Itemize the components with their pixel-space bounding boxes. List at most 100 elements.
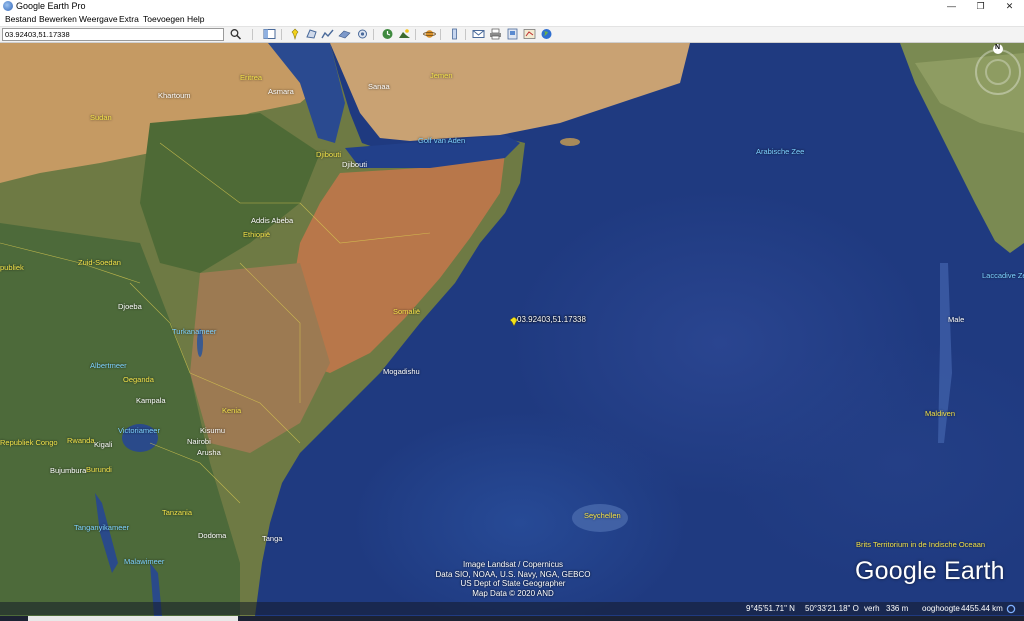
status-eye-altitude-label: ooghoogte	[922, 604, 960, 613]
save-image-icon[interactable]	[506, 28, 519, 40]
taskbar-window-tab[interactable]	[28, 616, 238, 621]
toolbar-separator	[415, 29, 416, 40]
label-kisumu[interactable]: Kisumu	[200, 426, 225, 435]
label-zuid-soedan[interactable]: Zuid-Soedan	[78, 258, 121, 267]
label-mogadishu[interactable]: Mogadishu	[383, 367, 420, 376]
title-bar: Google Earth Pro — ❐ ✕	[0, 0, 1024, 13]
record-tour-icon[interactable]	[356, 28, 369, 40]
label-sanaa[interactable]: Sanaa	[368, 82, 390, 91]
menu-bar: Bestand Bewerken Weergave Extra Toevoege…	[0, 13, 1024, 27]
map-viewport[interactable]: Sudan Eritrea Jemen Djibouti Ethiopië Zu…	[0, 43, 1024, 616]
window-title: Google Earth Pro	[16, 1, 86, 11]
polygon-icon[interactable]	[305, 28, 318, 40]
label-khartoum[interactable]: Khartoum	[158, 91, 191, 100]
attribution-line: Map Data © 2020 AND	[472, 588, 554, 598]
menu-bewerken[interactable]: Bewerken	[39, 13, 77, 26]
label-eritrea[interactable]: Eritrea	[240, 73, 262, 82]
image-overlay-icon[interactable]	[338, 28, 351, 40]
label-kampala[interactable]: Kampala	[136, 396, 166, 405]
label-brits-territorium[interactable]: Brits Territorium in de Indische Oceaan	[856, 540, 985, 549]
label-djibouti-city[interactable]: Djibouti	[342, 160, 367, 169]
label-tanzania[interactable]: Tanzania	[162, 508, 192, 517]
status-longitude: 50°33'21.18" O	[805, 604, 859, 613]
toolbar-separator	[465, 29, 466, 40]
attribution-line: Image Landsat / Copernicus	[462, 560, 564, 569]
sidebar-toggle-icon[interactable]	[263, 28, 276, 40]
label-dodoma[interactable]: Dodoma	[198, 531, 226, 540]
status-latitude: 9°45'51.71" N	[746, 604, 795, 613]
toolbar-separator	[252, 29, 253, 40]
label-somalie[interactable]: Somalië	[393, 307, 420, 316]
toolbar-separator	[440, 29, 441, 40]
status-bar: 9°45'51.71" N 50°33'21.18" O verh 336 m …	[0, 602, 1024, 615]
menu-weergave[interactable]: Weergave	[79, 13, 118, 26]
label-publiek[interactable]: publiek	[0, 263, 24, 272]
label-asmara[interactable]: Asmara	[268, 87, 294, 96]
label-jemen[interactable]: Jemen	[430, 71, 453, 80]
search-icon[interactable]	[229, 28, 242, 40]
label-victoriameer[interactable]: Victoriameer	[118, 426, 160, 435]
label-arabische-zee[interactable]: Arabische Zee	[756, 147, 804, 156]
compass-north-label: N	[995, 44, 1001, 51]
label-kenia[interactable]: Kenia	[222, 406, 241, 415]
label-tanganyikameer[interactable]: Tanganyikameer	[74, 523, 129, 532]
label-malawimeer[interactable]: Malawimeer	[124, 557, 164, 566]
label-laccadive-zee[interactable]: Laccadive Zee	[982, 271, 1024, 280]
search-input[interactable]	[2, 28, 224, 41]
label-albertmeer[interactable]: Albertmeer	[90, 361, 127, 370]
menu-extra[interactable]: Extra	[119, 13, 139, 26]
status-eye-altitude: 4455.44 km	[961, 604, 1003, 613]
print-icon[interactable]	[489, 28, 502, 40]
attribution-line: US Dept of State Geographer	[460, 579, 566, 588]
label-arusha[interactable]: Arusha	[197, 448, 221, 457]
status-elevation-label: verh	[864, 604, 880, 613]
label-bujumbura[interactable]: Bujumbura	[50, 466, 86, 475]
toolbar	[0, 27, 1024, 43]
terrain-layer	[0, 43, 1024, 616]
historical-imagery-icon[interactable]	[381, 28, 394, 40]
close-button[interactable]: ✕	[995, 0, 1024, 13]
label-seychellen[interactable]: Seychellen	[584, 511, 621, 520]
attribution-line: Data SIO, NOAA, U.S. Navy, NGA, GEBCO	[435, 569, 591, 579]
label-turkanameer[interactable]: Turkanameer	[172, 327, 216, 336]
label-maldiven[interactable]: Maldiven	[925, 409, 955, 418]
earth-icon[interactable]	[540, 28, 553, 40]
streaming-indicator-icon	[1006, 604, 1016, 614]
menu-toevoegen[interactable]: Toevoegen	[143, 13, 185, 26]
label-djoeba[interactable]: Djoeba	[118, 302, 142, 311]
google-earth-logo: Google Earth	[855, 557, 1005, 585]
toolbar-separator	[373, 29, 374, 40]
label-ethiopie[interactable]: Ethiopië	[243, 230, 270, 239]
label-rwanda[interactable]: Rwanda	[67, 436, 95, 445]
toolbar-separator	[281, 29, 282, 40]
label-male[interactable]: Male	[948, 315, 964, 324]
label-addis-abeba[interactable]: Addis Abeba	[251, 216, 293, 225]
socotra-island	[560, 138, 580, 146]
menu-help[interactable]: Help	[187, 13, 204, 26]
label-tanga[interactable]: Tanga	[262, 534, 282, 543]
minimize-button[interactable]: —	[937, 0, 966, 13]
path-icon[interactable]	[321, 28, 334, 40]
view-in-maps-icon[interactable]	[523, 28, 536, 40]
ruler-icon[interactable]	[448, 28, 461, 40]
planets-icon[interactable]	[423, 28, 436, 40]
label-sudan[interactable]: Sudan	[90, 113, 112, 122]
label-nairobi[interactable]: Nairobi	[187, 437, 211, 446]
sunlight-icon[interactable]	[398, 28, 411, 40]
label-burundi[interactable]: Burundi	[86, 465, 112, 474]
maximize-button[interactable]: ❐	[966, 0, 995, 13]
menu-bestand[interactable]: Bestand	[5, 13, 36, 26]
label-golf-van-aden[interactable]: Golf van Aden	[418, 136, 465, 145]
placemark-icon[interactable]	[289, 28, 302, 40]
status-elevation: 336 m	[886, 604, 909, 613]
label-kigali[interactable]: Kigali	[94, 440, 112, 449]
attribution: Image Landsat / Copernicus Data SIO, NOA…	[420, 560, 606, 598]
email-icon[interactable]	[472, 28, 485, 40]
arabian-peninsula	[330, 43, 690, 141]
label-oeganda[interactable]: Oeganda	[123, 375, 154, 384]
navigation-control[interactable]	[972, 43, 1024, 103]
taskbar-strip	[0, 616, 1024, 621]
label-republiek-congo[interactable]: Republiek Congo	[0, 438, 58, 447]
label-djibouti[interactable]: Djibouti	[316, 150, 341, 159]
placemark-label[interactable]: 03.92403,51.17338	[517, 315, 586, 324]
